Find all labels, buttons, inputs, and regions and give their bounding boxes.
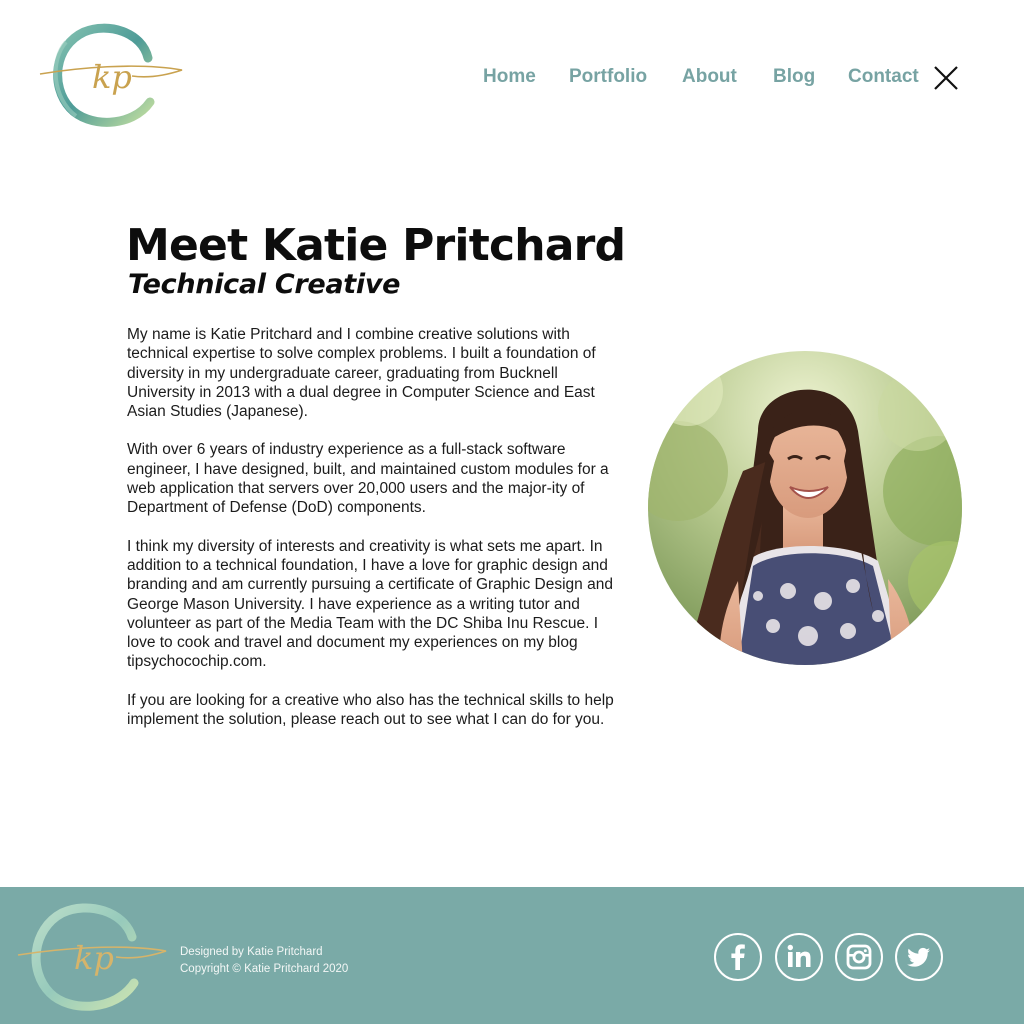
copyright-text: Copyright © Katie Pritchard 2020 bbox=[180, 963, 349, 975]
facebook-icon[interactable] bbox=[714, 933, 762, 981]
page-subtitle: Technical Creative bbox=[128, 269, 401, 300]
bio-paragraph: I think my diversity of interests and cr… bbox=[127, 537, 613, 671]
designed-by-text: Designed by Katie Pritchard bbox=[180, 946, 323, 958]
bio-paragraph: If you are looking for a creative who al… bbox=[127, 691, 614, 729]
bio-paragraph: My name is Katie Pritchard and I combine… bbox=[127, 326, 596, 421]
svg-text:kp: kp bbox=[74, 939, 114, 977]
instagram-icon[interactable] bbox=[835, 933, 883, 981]
footer: kp Designed by Katie Pritchard Copyright… bbox=[0, 887, 1024, 1024]
nav-portfolio[interactable]: Portfolio bbox=[569, 66, 647, 88]
nav-blog[interactable]: Blog bbox=[773, 66, 815, 88]
bio-section: My name is Katie Pritchard and I combine… bbox=[127, 325, 627, 748]
main-nav: Home Portfolio About Blog Contact bbox=[0, 66, 1024, 96]
bio-paragraph: With over 6 years of industry experience… bbox=[127, 441, 609, 517]
nav-contact[interactable]: Contact bbox=[848, 66, 919, 88]
about-page: kp Home Portfolio About Blog Contact Mee… bbox=[0, 0, 1024, 1024]
footer-credits: Designed by Katie Pritchard Copyright © … bbox=[180, 944, 348, 978]
close-icon[interactable] bbox=[930, 62, 962, 94]
kp-monogram-logo: kp bbox=[17, 903, 167, 1011]
profile-photo bbox=[648, 351, 962, 665]
twitter-icon[interactable] bbox=[895, 933, 943, 981]
page-title: Meet Katie Pritchard bbox=[126, 220, 626, 271]
nav-home[interactable]: Home bbox=[483, 66, 536, 88]
linkedin-icon[interactable] bbox=[775, 933, 823, 981]
nav-about[interactable]: About bbox=[682, 66, 737, 88]
footer-logo[interactable]: kp bbox=[16, 901, 168, 1013]
